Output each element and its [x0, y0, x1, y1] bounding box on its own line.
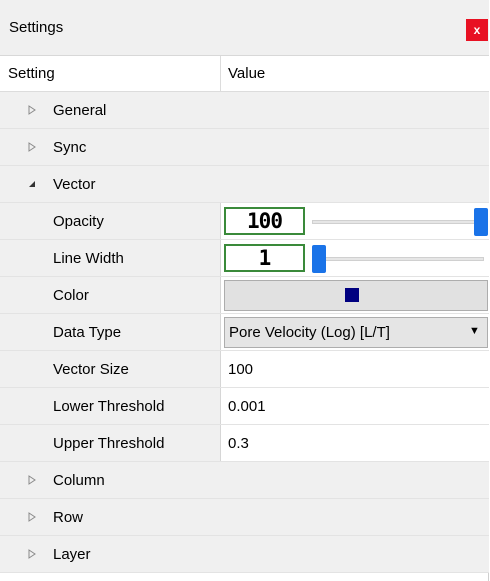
- property-opacity: Opacity 100: [0, 203, 489, 240]
- close-button[interactable]: x: [466, 19, 488, 41]
- line-width-slider-thumb[interactable]: [312, 245, 326, 273]
- column-divider: [220, 388, 221, 425]
- setting-column-header: Setting: [8, 65, 55, 82]
- category-label: Vector: [53, 176, 96, 193]
- title-bar: Settings x: [0, 0, 489, 56]
- category-label: Sync: [53, 139, 87, 156]
- category-row[interactable]: Row: [0, 499, 489, 536]
- opacity-input[interactable]: 100: [224, 207, 305, 235]
- grid-header: Setting Value: [0, 56, 489, 92]
- category-general[interactable]: General: [0, 92, 489, 129]
- property-color: Color: [0, 277, 489, 314]
- lower-threshold-value[interactable]: 0.001: [228, 398, 266, 415]
- data-type-select[interactable]: Pore Velocity (Log) [L/T] ▼: [224, 317, 488, 348]
- property-label: Data Type: [53, 324, 122, 341]
- category-vector[interactable]: Vector: [0, 166, 489, 203]
- category-layer[interactable]: Layer: [0, 536, 489, 573]
- dropdown-arrow-icon[interactable]: ▼: [469, 325, 480, 337]
- triangle-right-icon[interactable]: [26, 547, 38, 561]
- opacity-slider-thumb[interactable]: [474, 208, 488, 236]
- triangle-right-icon[interactable]: [26, 103, 38, 117]
- property-data-type: Data Type Pore Velocity (Log) [L/T] ▼: [0, 314, 489, 351]
- opacity-slider-track[interactable]: [312, 220, 484, 224]
- triangle-right-icon[interactable]: [26, 140, 38, 154]
- row-divider: [0, 572, 489, 573]
- category-label: Column: [53, 472, 105, 489]
- category-label: Layer: [53, 546, 91, 563]
- category-column[interactable]: Column: [0, 462, 489, 499]
- property-label: Color: [53, 287, 89, 304]
- vector-size-value[interactable]: 100: [228, 361, 253, 378]
- property-upper-threshold: Upper Threshold 0.3: [0, 425, 489, 462]
- column-divider: [220, 351, 221, 388]
- column-divider: [220, 240, 221, 277]
- category-sync[interactable]: Sync: [0, 129, 489, 166]
- color-swatch: [345, 288, 359, 302]
- property-vector-size: Vector Size 100: [0, 351, 489, 388]
- category-label: Row: [53, 509, 84, 526]
- value-cell: [221, 351, 489, 387]
- property-lower-threshold: Lower Threshold 0.001: [0, 388, 489, 425]
- column-divider: [220, 277, 221, 314]
- property-label: Vector Size: [53, 361, 129, 378]
- property-line-width: Line Width 1: [0, 240, 489, 277]
- value-column-header: Value: [228, 65, 266, 82]
- triangle-down-icon[interactable]: [26, 177, 38, 191]
- upper-threshold-value[interactable]: 0.3: [228, 435, 249, 452]
- property-label: Opacity: [53, 213, 104, 230]
- column-divider: [220, 203, 221, 240]
- line-width-input[interactable]: 1: [224, 244, 305, 272]
- property-label: Upper Threshold: [53, 435, 165, 452]
- data-type-selected-value: Pore Velocity (Log) [L/T]: [229, 324, 390, 341]
- triangle-right-icon[interactable]: [26, 510, 38, 524]
- triangle-right-icon[interactable]: [26, 473, 38, 487]
- column-divider: [220, 314, 221, 351]
- property-label: Lower Threshold: [53, 398, 165, 415]
- settings-window: Settings x Setting Value General Sync Ve…: [0, 0, 489, 581]
- window-title: Settings: [9, 19, 64, 36]
- property-label: Line Width: [53, 250, 124, 267]
- category-label: General: [53, 102, 107, 119]
- column-divider: [220, 425, 221, 462]
- value-cell: [221, 425, 489, 461]
- color-picker-button[interactable]: [224, 280, 488, 311]
- column-divider[interactable]: [220, 56, 221, 91]
- line-width-slider-track[interactable]: [312, 257, 484, 261]
